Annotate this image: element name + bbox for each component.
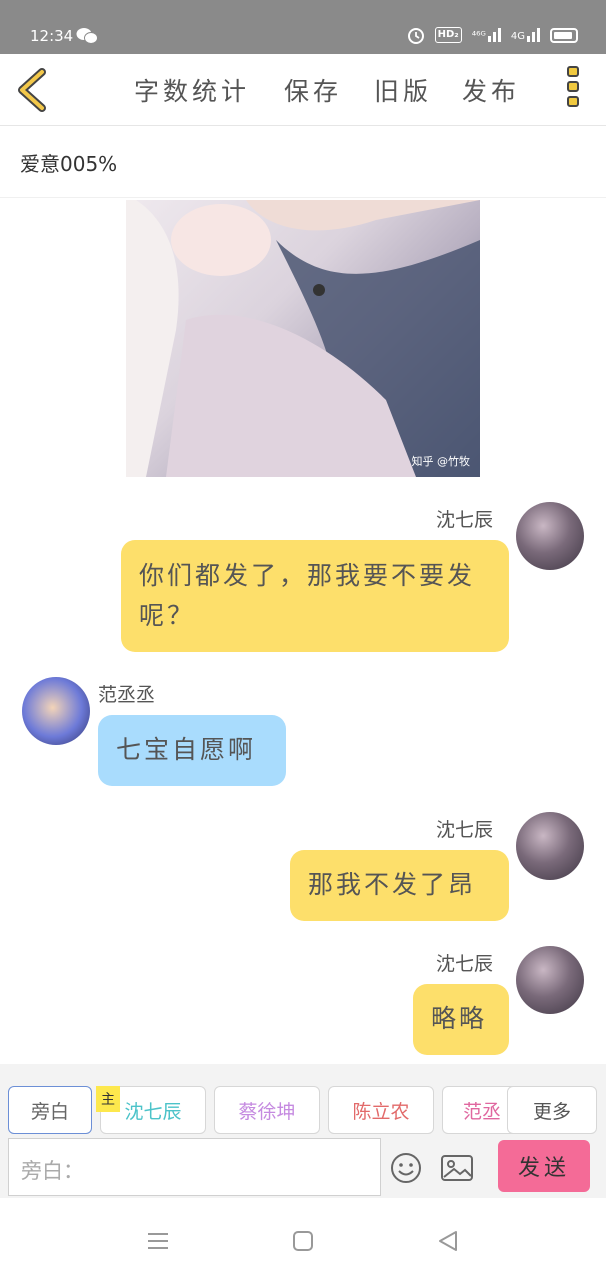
menu-icon[interactable] [146,1230,170,1252]
doc-title-row: 爱意005% [0,126,606,198]
message-input[interactable]: 旁白： [8,1138,381,1196]
wechat-icon [76,28,98,44]
save-button[interactable]: 保存 [284,72,342,108]
top-toolbar: 字数统计 保存 旧版 发布 [0,54,606,126]
sender-name: 沈七辰 [436,819,494,841]
status-icons: HD₂ ⁴⁶ᴳ 4G [407,26,578,44]
main-role-tag: 主 [96,1086,120,1112]
image-watermark: 知乎 @竹牧 [411,455,471,468]
alarm-icon [407,28,424,44]
message-bubble[interactable]: 七宝自愿啊 [98,715,286,786]
story-image[interactable]: 知乎 @竹牧 [126,200,480,477]
role-chip-chen-linong[interactable]: 陈立农 [328,1086,434,1134]
message-bubble[interactable]: 你们都发了，那我要不要发呢？ [121,540,509,652]
signal-icon-2: 4G [511,28,540,42]
doc-title[interactable]: 爱意005% [20,148,117,177]
signal-icon: ⁴⁶ᴳ [472,28,501,42]
old-version-button[interactable]: 旧版 [374,72,432,108]
message-bubble[interactable]: 略略 [413,984,509,1055]
portrait-illustration [126,200,480,477]
emoji-icon[interactable] [389,1152,423,1184]
system-nav-bar [0,1198,606,1280]
avatar[interactable] [516,812,584,880]
status-time: 12:34 [30,27,74,45]
role-chip-narrator[interactable]: 旁白 [8,1086,92,1134]
more-roles-button[interactable]: 更多 [507,1086,597,1134]
avatar[interactable] [22,677,90,745]
sender-name: 沈七辰 [436,509,494,531]
avatar[interactable] [516,502,584,570]
composer: 旁白 沈七辰 主 蔡徐坤 陈立农 范丞 更多 旁白： 发送 [0,1064,606,1198]
publish-button[interactable]: 发布 [462,72,520,108]
back-triangle-icon[interactable] [436,1230,460,1252]
home-icon[interactable] [291,1230,315,1252]
back-icon[interactable] [16,68,48,112]
battery-icon [550,27,578,43]
word-count-button[interactable]: 字数统计 [134,72,250,108]
status-bar: 12:34 HD₂ ⁴⁶ᴳ 4G [0,0,606,54]
role-chip-cai-xukun[interactable]: 蔡徐坤 [214,1086,320,1134]
send-button[interactable]: 发送 [498,1140,590,1192]
sender-name: 沈七辰 [436,953,494,975]
more-vertical-icon[interactable] [564,66,582,114]
hd-badge: HD₂ [434,27,462,43]
avatar[interactable] [516,946,584,1014]
image-icon[interactable] [440,1152,474,1184]
sender-name: 范丞丞 [98,684,156,706]
message-bubble[interactable]: 那我不发了昂 [290,850,509,921]
